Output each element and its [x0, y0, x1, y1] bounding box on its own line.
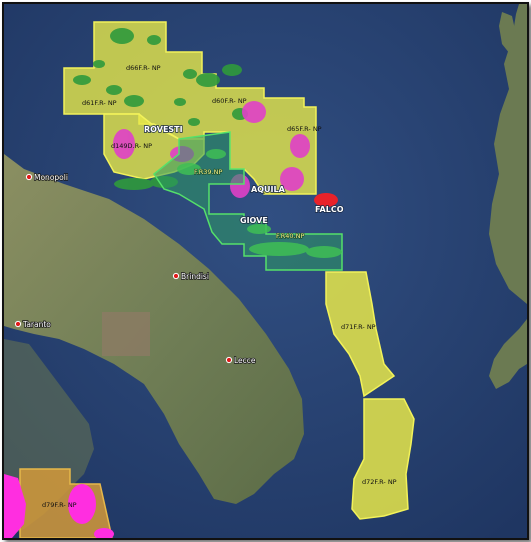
- farmland-patch: [102, 312, 150, 356]
- label-falco: FALCO: [315, 205, 344, 214]
- city-marker-icon: [14, 320, 22, 328]
- label-d149: d149D.R- NP: [111, 142, 152, 150]
- label-rovesti: ROVESTI: [144, 125, 183, 134]
- city-marker-icon: [172, 272, 180, 280]
- label-d61: d61F.R- NP: [82, 99, 117, 107]
- city-label-monopoli: Monopoli: [34, 173, 68, 182]
- map-frame: d66F.R- NP d61F.R- NP d60F.R- NP d65F.R-…: [2, 2, 529, 540]
- label-d60: d60F.R- NP: [212, 97, 247, 105]
- label-fr40: F.R40.NP: [276, 232, 304, 240]
- label-d79: d79F.R- NP: [42, 501, 77, 509]
- label-d65: d65F.R- NP: [287, 125, 322, 133]
- city-label-taranto: Taranto: [22, 320, 51, 329]
- city-marker-icon: [25, 173, 33, 181]
- city-label-lecce: Lecce: [234, 356, 256, 365]
- label-giove: GIOVE: [240, 216, 268, 225]
- label-d66: d66F.R- NP: [126, 64, 161, 72]
- label-fr39: F.R39.NP: [194, 168, 222, 176]
- city-marker-icon: [225, 356, 233, 364]
- label-d72: d72F.R- NP: [362, 478, 397, 486]
- city-label-brindisi: Brindisi: [181, 272, 209, 281]
- label-d71: d71F.R- NP: [341, 323, 376, 331]
- label-aquila: AQUILA: [251, 185, 286, 194]
- satellite-map[interactable]: d66F.R- NP d61F.R- NP d60F.R- NP d65F.R-…: [4, 4, 527, 538]
